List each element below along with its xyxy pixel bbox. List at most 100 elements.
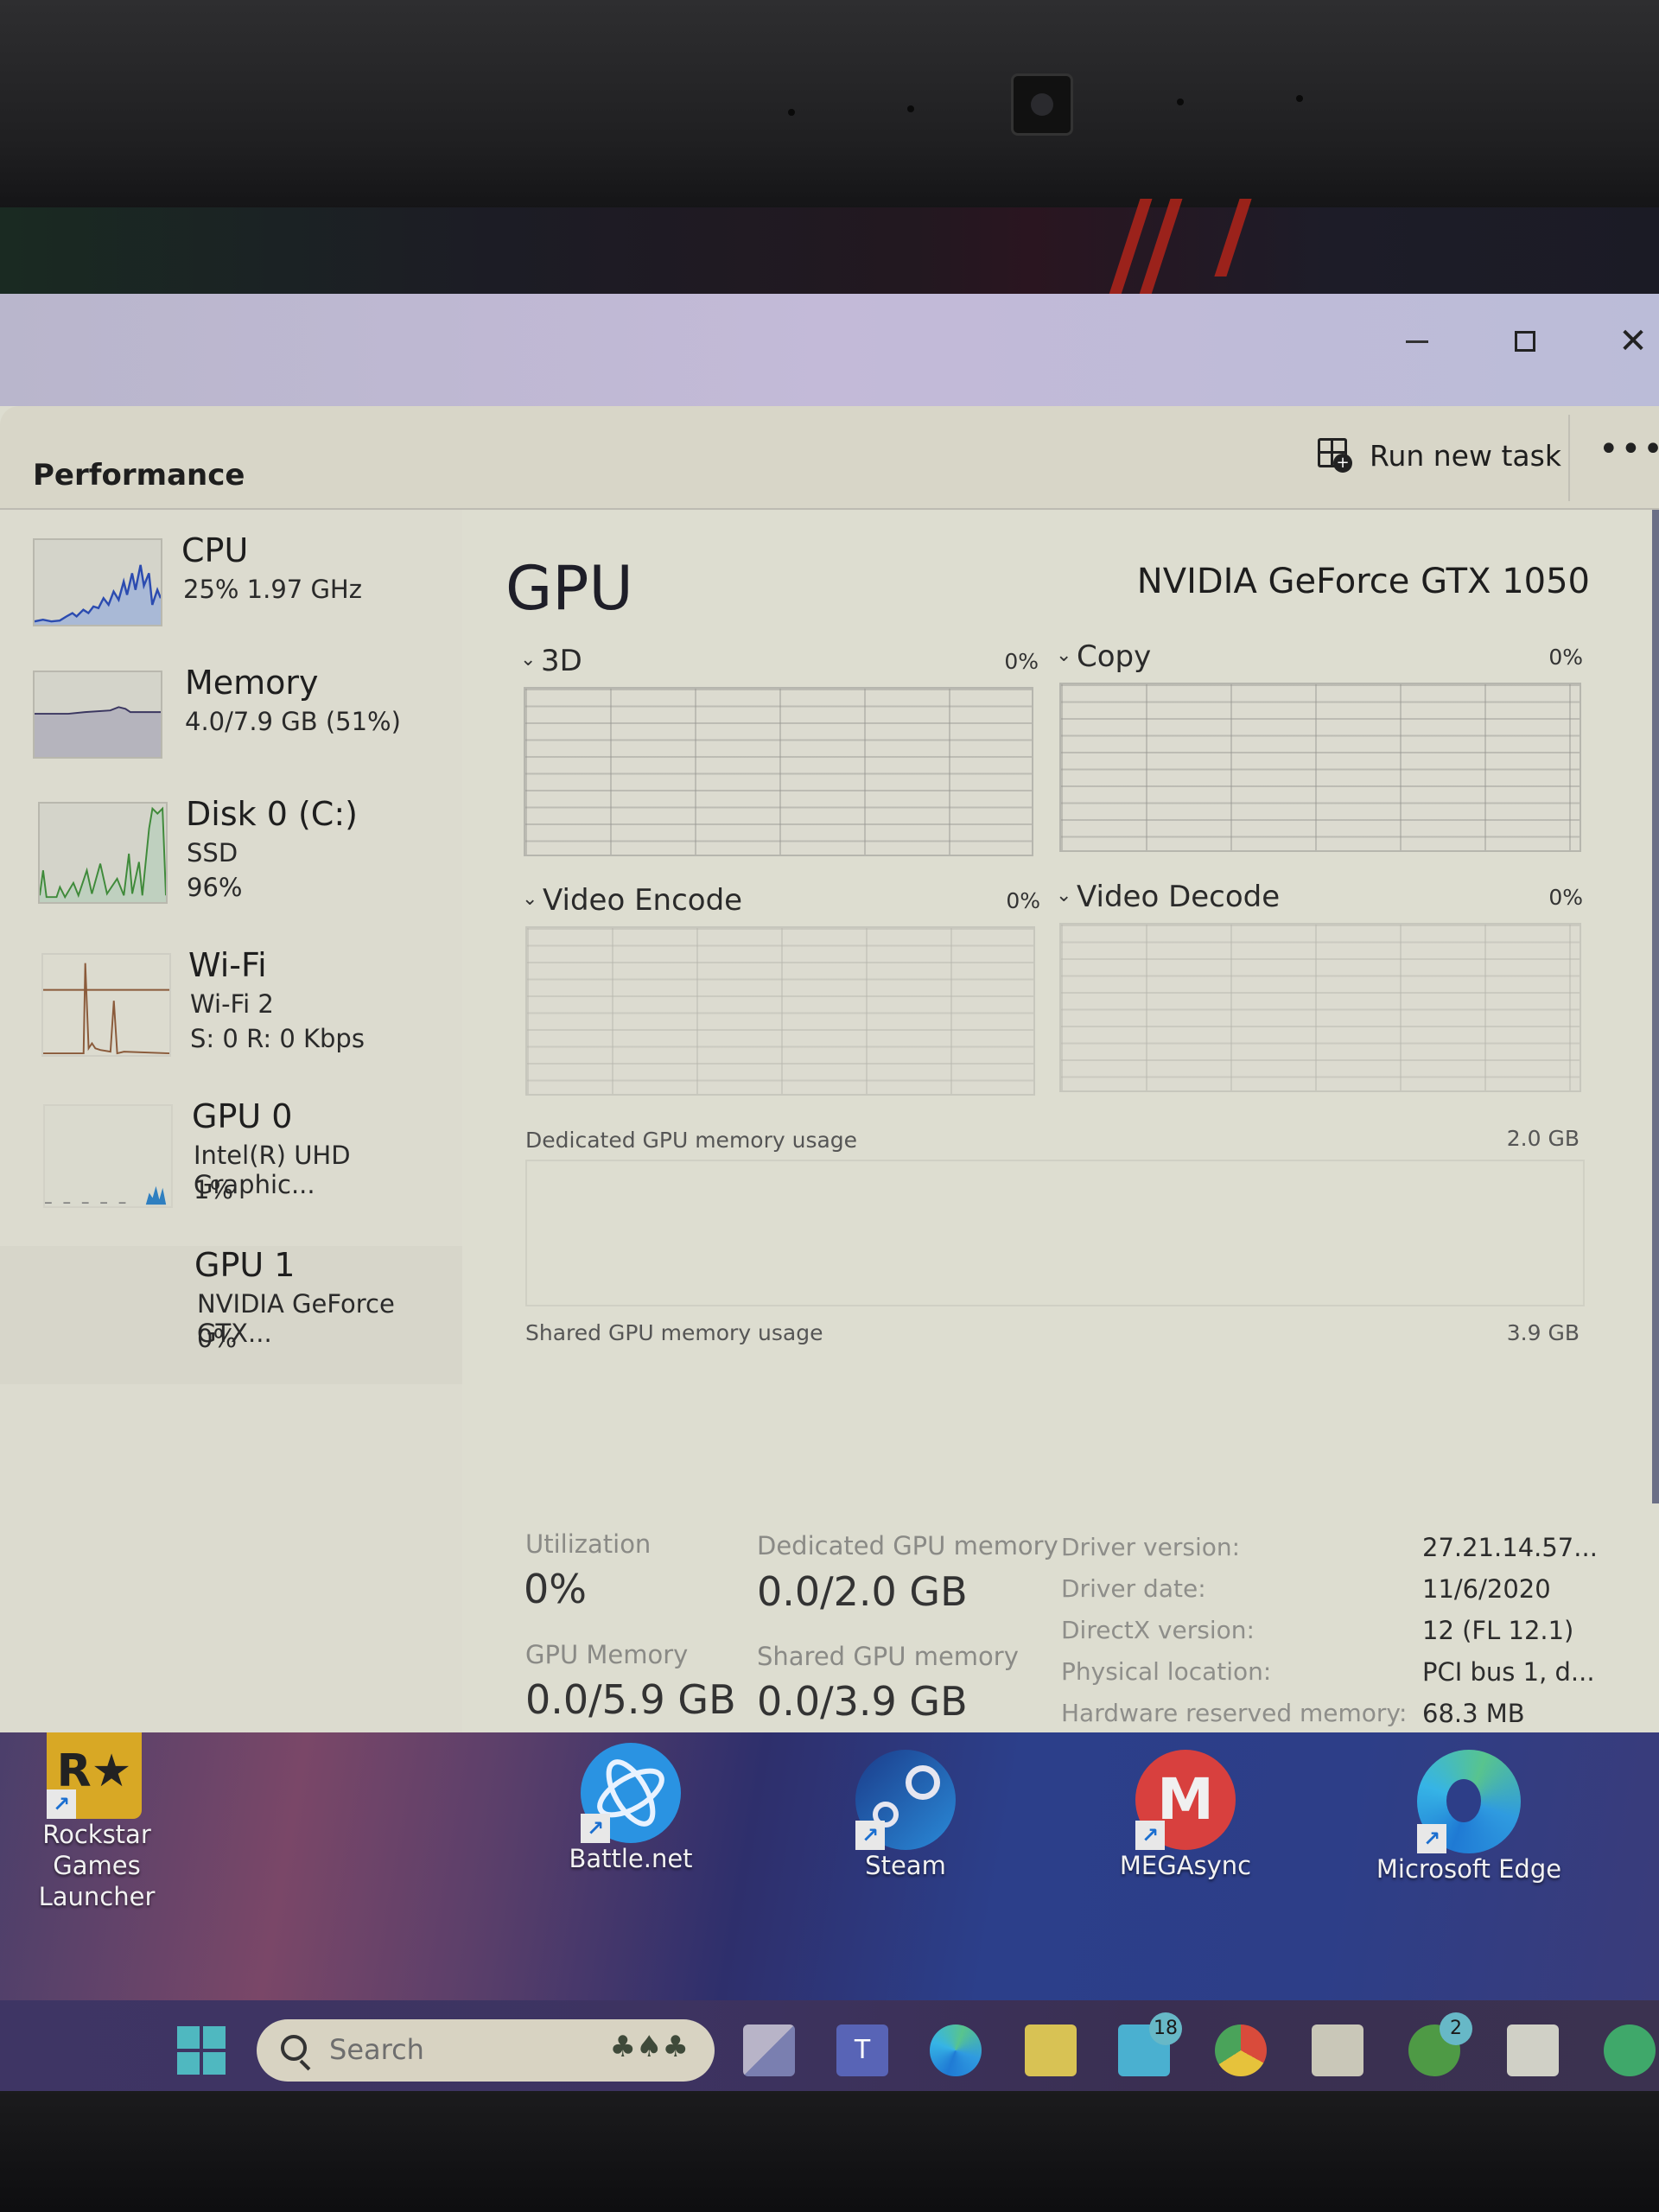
engine-video-encode-graph xyxy=(525,926,1035,1096)
hardware-reserved-label: Hardware reserved memory: xyxy=(1061,1699,1408,1727)
sensor-dot xyxy=(907,105,914,112)
engine-selector-copy[interactable]: Copy xyxy=(1077,639,1151,674)
gpu-title: GPU xyxy=(505,553,633,624)
desktop-icon-steam[interactable]: ↗ Steam xyxy=(810,1750,1001,1881)
teams-icon[interactable]: T xyxy=(836,2024,888,2076)
minimize-button[interactable] xyxy=(1370,302,1465,380)
driver-date-value: 11/6/2020 xyxy=(1422,1574,1551,1604)
engine-percent: 0% xyxy=(1548,885,1583,910)
shared-usage-max: 3.9 GB xyxy=(1506,1320,1580,1345)
sidebar-item-detail: Intel(R) UHD Graphic... xyxy=(194,1141,351,1199)
shortcut-arrow-icon: ↗ xyxy=(855,1821,885,1850)
driver-version-value: 27.21.14.57... xyxy=(1422,1533,1598,1562)
taskbar-search[interactable]: Search ♣♠♣ xyxy=(257,2019,715,2082)
sidebar-item-memory[interactable]: Memory 4.0/7.9 GB (51%) xyxy=(0,664,462,802)
performance-sidebar: CPU 25% 1.97 GHz Memory 4.0/7.9 GB (51%)… xyxy=(0,510,462,1732)
sidebar-item-title: CPU xyxy=(181,531,249,569)
edge-taskbar-icon[interactable] xyxy=(930,2024,982,2076)
chevron-down-icon[interactable]: ⌄ xyxy=(1056,645,1071,666)
sidebar-item-cpu[interactable]: CPU 25% 1.97 GHz xyxy=(0,531,462,670)
run-task-icon: + xyxy=(1318,438,1352,473)
chevron-down-icon[interactable]: ⌄ xyxy=(1056,885,1071,906)
desktop-icon-label: Steam xyxy=(865,1851,946,1880)
edge-icon: ↗ xyxy=(1417,1750,1521,1853)
sidebar-item-detail: 25% 1.97 GHz xyxy=(183,575,362,604)
maximize-icon xyxy=(1515,331,1535,352)
engine-percent: 0% xyxy=(1006,888,1040,913)
engine-percent: 0% xyxy=(1548,645,1583,670)
gpu-detail-panel: GPU NVIDIA GeForce GTX 1050 ⌄ 3D 0% ⌄ Co… xyxy=(484,510,1642,1732)
minimize-icon xyxy=(1406,340,1428,343)
header-divider xyxy=(1568,415,1570,501)
utilization-label: Utilization xyxy=(525,1529,652,1559)
run-new-task-button[interactable]: + Run new task xyxy=(1318,428,1561,483)
page-header: Performance + Run new task ••• xyxy=(0,406,1659,510)
desktop-icon-label: Launcher xyxy=(38,1882,156,1911)
search-highlight-trees-icon: ♣♠♣ xyxy=(609,2030,689,2064)
vertical-scrollbar[interactable] xyxy=(1652,510,1659,1503)
desktop-icon-label: Battle.net xyxy=(569,1844,693,1873)
xbox-icon[interactable]: 2 xyxy=(1408,2012,1472,2076)
desktop-icon-megasync[interactable]: M ↗ MEGAsync xyxy=(1090,1750,1281,1881)
megasync-icon: M ↗ xyxy=(1135,1750,1236,1850)
engine-selector-video-decode[interactable]: Video Decode xyxy=(1077,880,1280,914)
sensor-dot xyxy=(1296,95,1303,102)
desktop-icon-microsoft-edge[interactable]: ↗ Microsoft Edge xyxy=(1374,1750,1564,1885)
sidebar-item-title: Memory xyxy=(185,664,319,702)
dedicated-usage-max: 2.0 GB xyxy=(1506,1126,1580,1151)
minecraft-icon[interactable] xyxy=(1507,2024,1559,2076)
chevron-down-icon[interactable]: ⌄ xyxy=(522,888,537,910)
sidebar-item-gpu-1[interactable]: GPU 1 NVIDIA GeForce GTX... 0% xyxy=(0,1246,462,1384)
disk-thumbnail-graph xyxy=(38,802,168,904)
directx-version-label: DirectX version: xyxy=(1061,1616,1255,1644)
close-button[interactable]: ✕ xyxy=(1586,302,1659,380)
shortcut-arrow-icon: ↗ xyxy=(581,1814,610,1843)
sidebar-item-percent: 0% xyxy=(197,1324,238,1353)
start-button[interactable] xyxy=(177,2026,226,2075)
battle-net-icon: ↗ xyxy=(581,1743,681,1843)
chevron-down-icon[interactable]: ⌄ xyxy=(520,649,536,671)
engine-selector-3d[interactable]: 3D xyxy=(541,644,582,678)
engine-selector-video-encode[interactable]: Video Encode xyxy=(543,883,742,918)
chrome-icon[interactable] xyxy=(1215,2024,1267,2076)
gpu-device-name: NVIDIA GeForce GTX 1050 xyxy=(1136,562,1590,601)
sidebar-item-throughput: S: 0 R: 0 Kbps xyxy=(190,1024,365,1053)
maximize-button[interactable] xyxy=(1478,302,1573,380)
wifi-thumbnail-graph xyxy=(41,953,171,1057)
sidebar-item-gpu-0[interactable]: GPU 0 Intel(R) UHD Graphic... 1% xyxy=(0,1097,462,1236)
run-new-task-label: Run new task xyxy=(1370,438,1561,473)
sidebar-item-detail: NVIDIA GeForce GTX... xyxy=(197,1289,395,1348)
sidebar-item-detail: SSD xyxy=(187,838,238,868)
desktop-icon-battle-net[interactable]: ↗ Battle.net xyxy=(536,1743,726,1874)
shared-memory-label: Shared GPU memory xyxy=(757,1642,1019,1671)
rockstar-icon: R★ ↗ xyxy=(47,1732,142,1819)
desktop-icon-rockstar-games-launcher[interactable]: R★ ↗ Rockstar Games Launcher xyxy=(2,1732,192,1912)
desktop: R★ ↗ Rockstar Games Launcher ↗ Battle.ne… xyxy=(0,1732,1659,2000)
file-explorer-icon[interactable] xyxy=(1025,2024,1077,2076)
steam-icon: ↗ xyxy=(855,1750,956,1850)
sidebar-item-percent: 1% xyxy=(194,1175,234,1205)
sidebar-item-wifi[interactable]: Wi-Fi Wi-Fi 2 S: 0 R: 0 Kbps xyxy=(0,946,462,1084)
title-bar[interactable]: ✕ xyxy=(0,294,1659,406)
more-options-button[interactable]: ••• xyxy=(1599,432,1659,467)
utilization-value: 0% xyxy=(524,1566,587,1612)
memory-thumbnail-graph xyxy=(33,671,162,759)
dedicated-usage-label: Dedicated GPU memory usage xyxy=(525,1128,858,1153)
mail-icon[interactable]: 18 xyxy=(1118,2012,1182,2076)
shortcut-arrow-icon: ↗ xyxy=(1135,1821,1165,1850)
shortcut-arrow-icon: ↗ xyxy=(1417,1824,1446,1853)
shared-usage-label: Shared GPU memory usage xyxy=(525,1320,823,1345)
sensor-dot xyxy=(1177,99,1184,105)
sidebar-item-detail: Wi-Fi 2 xyxy=(190,989,274,1019)
dedicated-usage-graph xyxy=(525,1160,1585,1306)
microsoft-store-icon[interactable] xyxy=(1312,2024,1363,2076)
page-title: Performance xyxy=(33,458,245,493)
xbox-notification-badge: 2 xyxy=(1440,2012,1472,2045)
engine-percent: 0% xyxy=(1004,649,1039,674)
driver-date-label: Driver date: xyxy=(1061,1574,1206,1603)
task-view-icon[interactable] xyxy=(743,2024,795,2076)
sidebar-item-title: Wi-Fi xyxy=(188,946,267,984)
gpu-memory-label: GPU Memory xyxy=(525,1640,689,1669)
spotify-icon[interactable] xyxy=(1604,2024,1656,2076)
sidebar-item-disk[interactable]: Disk 0 (C:) SSD 96% xyxy=(0,795,462,933)
